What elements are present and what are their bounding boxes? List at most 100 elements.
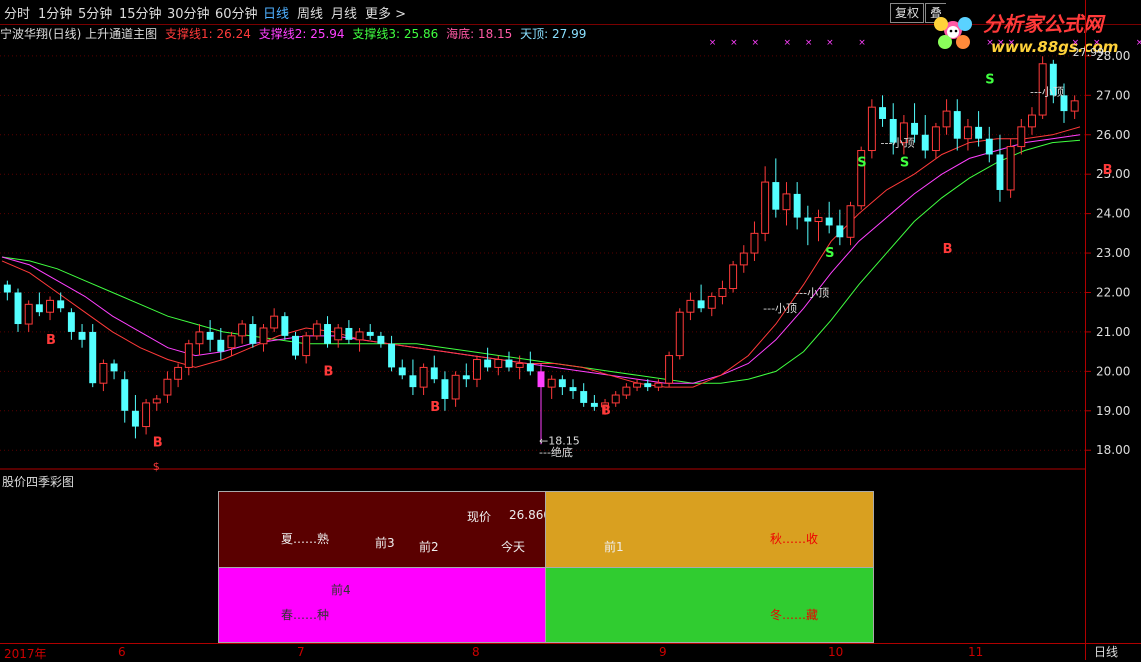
candle-body [217,339,225,352]
candle-body [505,359,513,368]
candle-body [345,327,353,340]
candle-body [249,324,257,344]
candle-body [761,181,770,234]
candle-body [334,327,343,341]
candle-body [665,355,674,384]
candle-body [24,303,33,325]
candle-body [633,382,642,388]
candle-body [494,359,503,368]
candle-body [184,343,193,368]
winter-quadrant: 冬……藏 [545,567,874,643]
candle-body [814,217,823,223]
price-axis [1085,0,1141,660]
candle-body [388,343,396,368]
candle-body [312,323,321,337]
prev4-label: 前4 [331,583,351,597]
candle-body [569,387,577,392]
candle-body [78,331,86,340]
candle-body [419,366,428,388]
candle-body [996,154,1004,190]
date-label: 2017年 [4,647,47,661]
candle-body [963,126,972,140]
candle-body [46,299,54,313]
date-label: 11 [968,645,984,659]
candle-body [57,300,65,309]
date-label: 8 [472,645,480,659]
prev2-label: 前2 [419,540,439,554]
candle-body [163,378,172,396]
candle-body [611,394,620,404]
signal-label: B [601,404,611,419]
signal-label: S [900,155,909,170]
candle-body [3,284,11,293]
candle-body [515,362,524,368]
candle-body [942,110,951,128]
candle-body [377,335,385,344]
candle-body [366,331,374,336]
date-label: 10 [828,645,844,659]
date-axis: 2017年 6 7 8 9 10 11 [0,643,1141,661]
candle-body [590,402,598,407]
spring-label: 春……种 [281,608,330,622]
summer-quadrant: 现价 26.860 夏……熟 前3 前2 今天 [218,491,551,569]
candle-body [324,324,332,344]
signal-label: B [430,400,440,415]
signal-label: B [153,435,163,450]
period-tab[interactable]: 日线 [1094,643,1118,660]
candle-body [152,398,161,404]
marker-x: × [783,38,791,48]
signal-label: B [46,333,56,348]
candle-body [675,311,684,357]
bottom-panel-title: 股价四季彩图 [2,475,75,489]
signal-label: S [857,155,866,170]
autumn-label: 秋……收 [770,532,819,546]
candle-body [985,138,993,155]
candle-body [430,367,438,380]
candle-body [1070,100,1079,112]
candle-body [110,363,118,372]
annotation-label: ---小顶 [881,137,915,150]
annotation-label: ---绝底 [539,445,573,459]
marker-x: × [805,38,813,48]
marker-x: × [858,38,866,48]
candle-body [739,252,748,266]
candle-body [526,363,534,372]
candle-body [931,126,940,152]
candle-body [537,371,545,388]
support-line-1-series [1,126,1081,388]
candle-body [750,232,759,254]
candle-body [718,288,727,297]
autumn-quadrant: 前1 秋……收 [545,491,874,569]
candle-body [622,386,631,396]
candle-body [227,335,236,349]
candle-body [879,107,887,119]
marker-x: × [1008,38,1016,48]
candle-body [793,193,801,218]
prev1-label: 前1 [604,540,624,554]
candle-body [121,379,129,411]
annotation-label: ---小顶 [1030,85,1064,98]
candle-body [302,335,311,357]
marker-x: × [709,38,717,48]
candle-body [35,304,43,313]
candle-body [547,378,556,388]
candle-body [131,410,139,427]
candle-body [921,134,929,151]
marker-x: × [997,38,1005,48]
candle-body [441,379,449,399]
candle-body [580,391,588,403]
candle-body [142,402,151,428]
candle-body [409,375,417,388]
marker-x: × [751,38,759,48]
candle-body [89,331,97,384]
candle-body [99,362,108,384]
prev3-label: 前3 [375,536,395,550]
candle-body [782,193,791,211]
candle-body [729,264,738,290]
candle-body [195,331,204,345]
marker-x: × [730,38,738,48]
signal-label: B [324,364,334,379]
candle-body [804,217,812,222]
candle-body [686,299,695,313]
candle-body [14,292,22,325]
